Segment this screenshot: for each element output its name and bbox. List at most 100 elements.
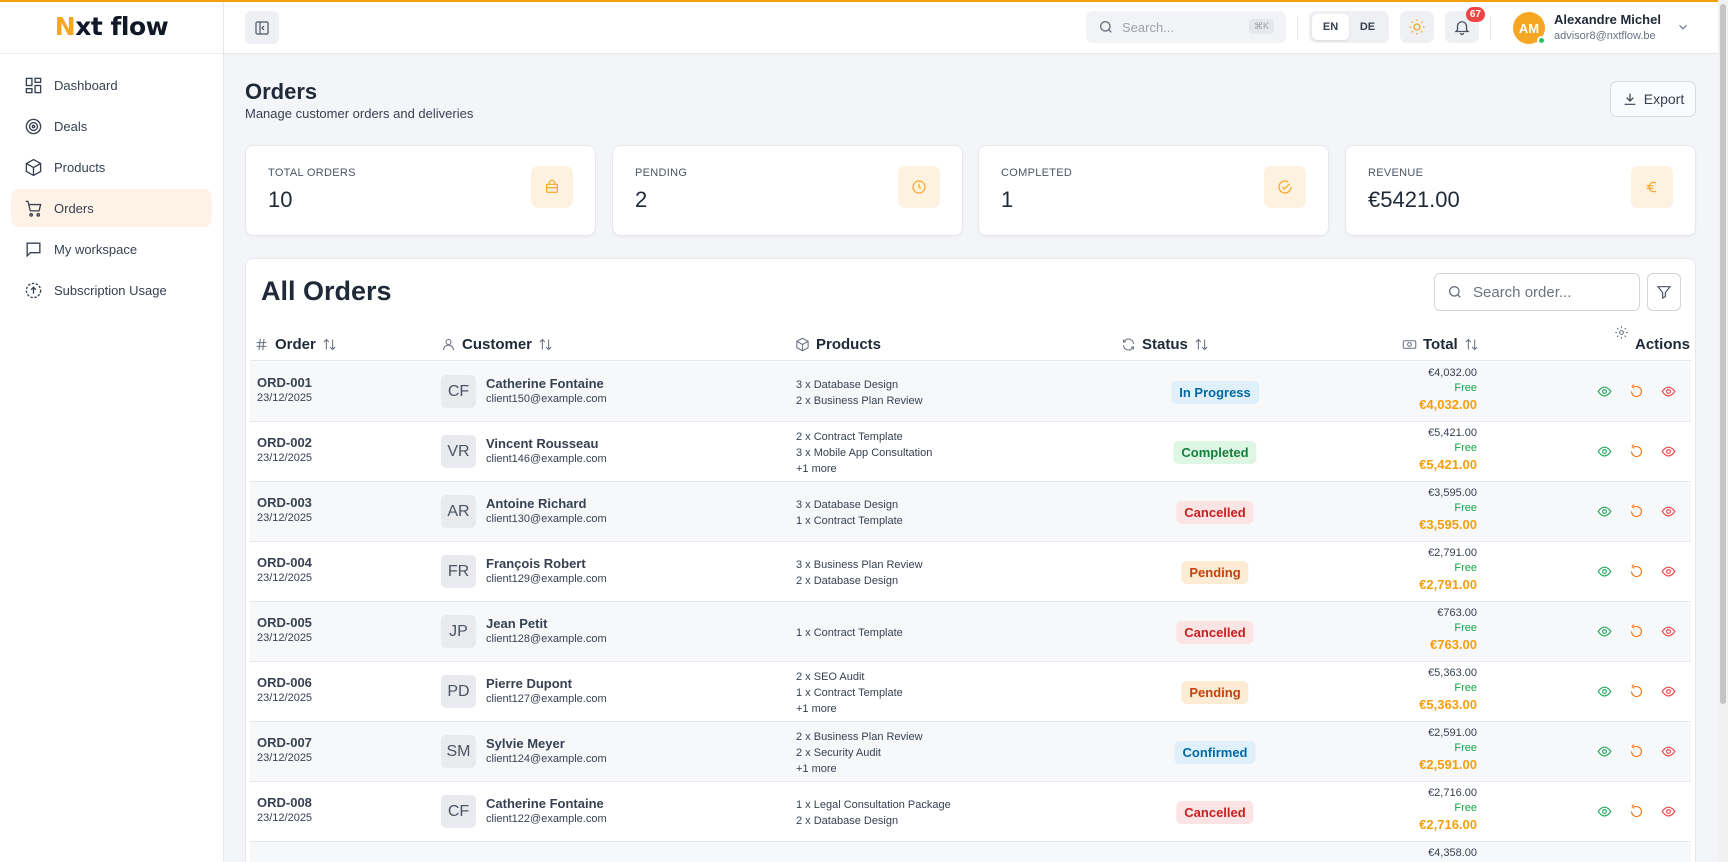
sidebar-item-label: My workspace bbox=[54, 241, 138, 257]
undo-icon[interactable] bbox=[1629, 384, 1644, 399]
sidebar-item-subscription-usage[interactable]: Subscription Usage bbox=[11, 271, 212, 309]
product-line: 2 x Business Plan Review bbox=[796, 731, 923, 743]
order-id[interactable]: ORD-005 bbox=[257, 615, 312, 630]
notifications-button[interactable]: 67 bbox=[1445, 7, 1485, 43]
table-row[interactable]: ORD-008 23/12/2025 CF Catherine Fontaine cli… bbox=[250, 782, 1691, 842]
order-id[interactable]: ORD-008 bbox=[257, 795, 312, 810]
sidebar-item-deals[interactable]: Deals bbox=[11, 107, 212, 145]
status-badge: Cancelled bbox=[1176, 801, 1254, 824]
table-row[interactable]: ORD-003 23/12/2025 AR Antoine Richard client… bbox=[250, 482, 1691, 542]
undo-icon[interactable] bbox=[1629, 684, 1644, 699]
scrollbar-thumb[interactable] bbox=[1720, 4, 1726, 704]
order-id[interactable]: ORD-007 bbox=[257, 735, 312, 750]
order-id[interactable]: ORD-002 bbox=[257, 435, 312, 450]
hide-eye-icon[interactable] bbox=[1661, 744, 1676, 759]
sidebar-item-products[interactable]: Products bbox=[11, 148, 212, 186]
hide-eye-icon[interactable] bbox=[1661, 564, 1676, 579]
column-status[interactable]: Status bbox=[1121, 327, 1209, 361]
table-row[interactable]: ORD-002 23/12/2025 VR Vincent Rousseau clien… bbox=[250, 422, 1691, 482]
view-eye-icon[interactable] bbox=[1597, 624, 1612, 639]
view-eye-icon[interactable] bbox=[1597, 744, 1612, 759]
view-eye-icon[interactable] bbox=[1597, 444, 1612, 459]
page-subtitle: Manage customer orders and deliveries bbox=[245, 106, 474, 121]
column-customer[interactable]: Customer bbox=[441, 327, 553, 361]
sort-icon[interactable] bbox=[1464, 337, 1479, 352]
page-scrollbar[interactable] bbox=[1718, 0, 1728, 862]
view-eye-icon[interactable] bbox=[1597, 804, 1612, 819]
sort-icon[interactable] bbox=[538, 337, 553, 352]
chevron-down-icon[interactable] bbox=[1676, 20, 1690, 34]
filter-button[interactable] bbox=[1647, 273, 1681, 311]
sidebar-collapse-icon bbox=[255, 20, 269, 35]
view-eye-icon[interactable] bbox=[1597, 564, 1612, 579]
usage-icon bbox=[25, 282, 42, 298]
undo-icon[interactable] bbox=[1629, 744, 1644, 759]
customer-name: Catherine Fontaine bbox=[486, 796, 604, 811]
undo-icon[interactable] bbox=[1629, 804, 1644, 819]
sort-icon[interactable] bbox=[322, 337, 337, 352]
orders-table-card: All Orders Search order... Order Custome… bbox=[245, 258, 1696, 862]
user-avatar[interactable]: AM bbox=[1513, 12, 1546, 45]
order-id[interactable]: ORD-006 bbox=[257, 675, 312, 690]
customer-email: client124@example.com bbox=[486, 753, 607, 765]
download-icon bbox=[1624, 93, 1636, 105]
order-shipping: Free bbox=[1454, 802, 1477, 814]
row-actions bbox=[1597, 624, 1693, 639]
hide-eye-icon[interactable] bbox=[1661, 684, 1676, 699]
user-name[interactable]: Alexandre Michel bbox=[1554, 12, 1661, 27]
lang-en-button[interactable]: EN bbox=[1312, 14, 1349, 40]
customer-email: client128@example.com bbox=[486, 633, 607, 645]
stat-card-completed: COMPLETED 1 bbox=[978, 145, 1329, 236]
view-eye-icon[interactable] bbox=[1597, 684, 1612, 699]
table-row[interactable]: ORD-004 23/12/2025 FR François Robert client… bbox=[250, 542, 1691, 602]
order-search-input[interactable]: Search order... bbox=[1434, 273, 1640, 311]
global-search-input[interactable]: Search... ⌘K bbox=[1086, 11, 1286, 43]
row-actions bbox=[1597, 564, 1693, 579]
order-grand-total: €5,421.00 bbox=[1419, 457, 1477, 472]
lang-de-button[interactable]: DE bbox=[1349, 14, 1386, 40]
table-row[interactable]: ORD-007 23/12/2025 SM Sylvie Meyer client124… bbox=[250, 722, 1691, 782]
column-order[interactable]: Order bbox=[254, 327, 337, 361]
more-products-link[interactable]: +1 more bbox=[796, 461, 932, 477]
header-divider bbox=[1297, 16, 1298, 40]
theme-toggle-button[interactable] bbox=[1400, 11, 1434, 43]
sidebar-item-my-workspace[interactable]: My workspace bbox=[11, 230, 212, 268]
table-row[interactable]: ORD-001 23/12/2025 CF Catherine Fontaine cli… bbox=[250, 362, 1691, 422]
table-row[interactable]: €4,358.00 bbox=[250, 842, 1691, 862]
order-id[interactable]: ORD-001 bbox=[257, 375, 312, 390]
hide-eye-icon[interactable] bbox=[1661, 384, 1676, 399]
sort-icon[interactable] bbox=[1194, 337, 1209, 352]
hide-eye-icon[interactable] bbox=[1661, 504, 1676, 519]
export-button[interactable]: Export bbox=[1610, 81, 1696, 117]
undo-icon[interactable] bbox=[1629, 504, 1644, 519]
sidebar-item-orders[interactable]: Orders bbox=[11, 189, 212, 227]
more-products-link[interactable]: +1 more bbox=[796, 701, 903, 717]
order-products: 3 x Database Design 1 x Contract Template bbox=[796, 497, 903, 529]
refresh-icon bbox=[1122, 338, 1135, 350]
customer-avatar: JP bbox=[441, 615, 476, 648]
sidebar-item-dashboard[interactable]: Dashboard bbox=[11, 66, 212, 104]
view-eye-icon[interactable] bbox=[1597, 504, 1612, 519]
logo[interactable]: Nxt flow bbox=[0, 0, 223, 54]
table-row[interactable]: ORD-005 23/12/2025 JP Jean Petit client128@e… bbox=[250, 602, 1691, 662]
order-shipping: Free bbox=[1454, 442, 1477, 454]
hide-eye-icon[interactable] bbox=[1661, 804, 1676, 819]
table-row[interactable]: ORD-006 23/12/2025 PD Pierre Dupont client12… bbox=[250, 662, 1691, 722]
sidebar-toggle-button[interactable] bbox=[245, 11, 279, 44]
customer-avatar: SM bbox=[441, 735, 476, 768]
order-id[interactable]: ORD-004 bbox=[257, 555, 312, 570]
customer-email: client146@example.com bbox=[486, 453, 607, 465]
row-actions bbox=[1597, 684, 1693, 699]
hide-eye-icon[interactable] bbox=[1661, 444, 1676, 459]
undo-icon[interactable] bbox=[1629, 564, 1644, 579]
box-icon bbox=[25, 158, 42, 176]
order-total: €2,716.00 Free €2,716.00 bbox=[1419, 786, 1477, 833]
hide-eye-icon[interactable] bbox=[1661, 624, 1676, 639]
order-id[interactable]: ORD-003 bbox=[257, 495, 312, 510]
column-total[interactable]: Total bbox=[1402, 327, 1479, 361]
undo-icon[interactable] bbox=[1629, 444, 1644, 459]
undo-icon[interactable] bbox=[1629, 624, 1644, 639]
view-eye-icon[interactable] bbox=[1597, 384, 1612, 399]
target-icon bbox=[25, 118, 42, 134]
more-products-link[interactable]: +1 more bbox=[796, 761, 923, 777]
